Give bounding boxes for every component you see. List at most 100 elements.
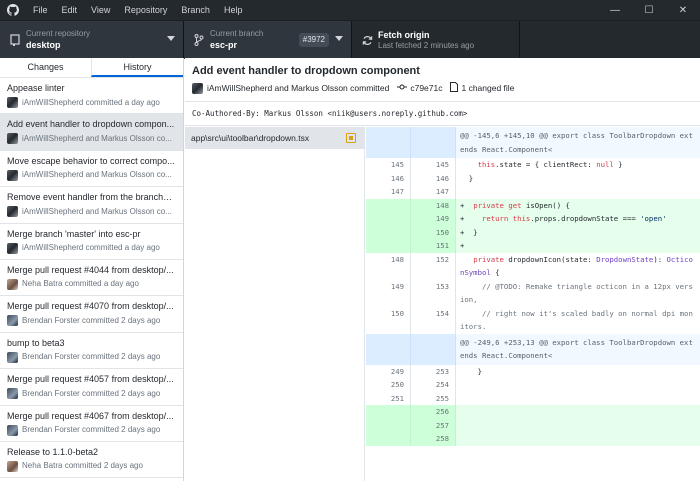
commit-meta: iAmWillShepherd committed a day ago — [22, 243, 160, 253]
commit-list-item[interactable]: Remove event handler from the branches..… — [0, 187, 183, 224]
diff-code — [456, 418, 700, 432]
changed-file-item[interactable]: app\src\ui\toolbar\dropdown.tsx — [185, 127, 364, 149]
avatar — [192, 82, 203, 94]
old-line-number — [366, 225, 411, 239]
new-line-number: 151 — [411, 239, 456, 253]
commit-header: Add event handler to dropdown component … — [185, 58, 700, 102]
menu-item-help[interactable]: Help — [217, 0, 250, 20]
changed-files-list: app\src\ui\toolbar\dropdown.tsx — [185, 127, 365, 481]
diff-hunk-header[interactable]: @@ -145,6 +145,10 @@ export class Toolba… — [366, 127, 700, 158]
commit-meta: Neha Batra committed 2 days ago — [22, 461, 143, 471]
commit-meta: iAmWillShepherd and Markus Olsson co... — [22, 206, 172, 216]
commit-list-item[interactable]: Merge branch 'master' into esc-pr iAmWill… — [0, 224, 183, 260]
commit-info: iAmWillShepherd and Markus Olsson commit… — [192, 82, 693, 94]
diff-line[interactable]: 258 — [366, 432, 700, 446]
menu-item-view[interactable]: View — [84, 0, 117, 20]
menu-item-edit[interactable]: Edit — [55, 0, 85, 20]
changed-files-count: 1 changed file — [461, 83, 515, 93]
repo-name: desktop — [26, 40, 61, 50]
old-line-number — [366, 212, 411, 226]
current-branch-button[interactable]: Current branch esc-pr #3972 — [184, 21, 352, 59]
diff-line[interactable]: 148 152 private dropdownIcon(state: Dropd… — [366, 252, 700, 280]
diff-line[interactable]: 145 145 this.state = { clientRect: null } — [366, 158, 700, 172]
commit-meta: Brendan Forster committed 2 days ago — [22, 425, 161, 435]
diff-code: @@ -145,6 +145,10 @@ export class Toolba… — [456, 127, 700, 158]
minimize-button[interactable]: — — [598, 0, 632, 20]
diff-code: + return this.props.dropdownState === 'o… — [456, 212, 700, 226]
commit-list-item[interactable]: Add event handler to dropdown compon... i… — [0, 114, 183, 151]
diff-line[interactable]: 151 + — [366, 239, 700, 253]
old-line-number: 249 — [366, 364, 411, 378]
commit-list-item[interactable]: Merge pull request #4067 from desktop/..… — [0, 406, 183, 442]
commit-detail: Add event handler to dropdown component … — [185, 58, 700, 481]
diff-line[interactable]: 257 — [366, 418, 700, 432]
avatar — [7, 351, 18, 363]
diff-line[interactable]: 146 146 } — [366, 171, 700, 185]
commit-summary: Remove event handler from the branches..… — [7, 192, 176, 203]
commit-summary: Merge pull request #4067 from desktop/..… — [7, 410, 174, 421]
commit-meta: Neha Batra committed a day ago — [22, 279, 139, 289]
new-line-number: 258 — [411, 432, 456, 446]
commit-list-item[interactable]: Merge pull request #4044 from desktop/..… — [0, 260, 183, 297]
diff-line[interactable]: 251 255 — [366, 391, 700, 405]
commit-list-item[interactable]: Appease linter iAmWillShepherd committed … — [0, 78, 183, 115]
avatar — [7, 388, 18, 400]
current-repository-button[interactable]: Current repository desktop — [0, 21, 184, 59]
avatar — [7, 206, 18, 218]
toolbar: Current repository desktop Current branc… — [0, 20, 700, 59]
new-line-number: 154 — [411, 306, 456, 334]
diff-code — [456, 185, 700, 199]
tab-changes[interactable]: Changes — [0, 58, 91, 77]
old-line-number — [366, 198, 411, 212]
avatar — [7, 169, 18, 181]
diff-hunk-header[interactable]: @@ -249,6 +253,13 @@ export class Toolba… — [366, 333, 700, 365]
commit-list-item[interactable]: Merge pull request #4070 from desktop/..… — [0, 296, 183, 333]
tab-history[interactable]: History — [91, 58, 183, 77]
commit-list-item[interactable]: bump to beta3 Brendan Forster committed 2… — [0, 333, 183, 370]
diff-line[interactable]: 150 154 // right now it's scaled badly on… — [366, 306, 700, 334]
old-line-number: 148 — [366, 252, 411, 280]
maximize-button[interactable]: ☐ — [632, 0, 666, 20]
file-path: app\src\ui\toolbar\dropdown.tsx — [191, 133, 310, 143]
diff-code: + } — [456, 225, 700, 239]
commit-meta: iAmWillShepherd and Markus Olsson co... — [22, 170, 172, 180]
menu-bar: File Edit View Repository Branch Help — [26, 0, 249, 20]
fetch-origin-button[interactable]: Fetch origin Last fetched 2 minutes ago — [352, 21, 520, 59]
chevron-down-icon — [335, 36, 343, 41]
commit-title: Add event handler to dropdown component — [192, 65, 420, 77]
fetch-label: Fetch origin — [378, 30, 430, 40]
avatar — [7, 278, 18, 290]
diff-line[interactable]: 149 153 // @TODO: Remake triangle octicon… — [366, 279, 700, 307]
diff-line[interactable]: 150 + } — [366, 225, 700, 239]
commit-list-item[interactable]: Release to 1.1.0-beta2 Neha Batra committ… — [0, 442, 183, 479]
old-line-number — [366, 405, 411, 419]
old-line-number: 147 — [366, 185, 411, 199]
commit-sha-icon — [397, 83, 408, 93]
diff-line[interactable]: 147 147 — [366, 185, 700, 199]
sidebar: Changes History Appease linter iAmWillShe… — [0, 58, 184, 481]
avatar — [7, 97, 18, 108]
diff-line[interactable]: 249 253 } — [366, 364, 700, 378]
repo-icon — [4, 34, 26, 46]
menu-item-branch[interactable]: Branch — [174, 0, 217, 20]
github-logo-icon — [0, 0, 26, 20]
window-controls: — ☐ ✕ — [598, 0, 700, 20]
new-line-number: 152 — [411, 252, 456, 280]
diff-line[interactable]: 250 254 — [366, 378, 700, 392]
diff-line[interactable]: 256 — [366, 405, 700, 419]
close-button[interactable]: ✕ — [666, 0, 700, 20]
diff-line[interactable]: 148 + private get isOpen() { — [366, 198, 700, 212]
old-line-number: 150 — [366, 306, 411, 334]
old-line-number: 145 — [366, 158, 411, 172]
pull-request-badge[interactable]: #3972 — [298, 33, 329, 47]
commit-description: Co-Authored-By: Markus Olsson <niik@user… — [185, 102, 700, 126]
commit-sha[interactable]: c79e71c — [410, 83, 442, 93]
new-line-number: 255 — [411, 391, 456, 405]
menu-item-file[interactable]: File — [26, 0, 55, 20]
commit-list-item[interactable]: Merge pull request #4057 from desktop/..… — [0, 369, 183, 406]
branch-label: Current branch — [210, 29, 264, 38]
commit-list-item[interactable]: Move escape behavior to correct compo...… — [0, 151, 183, 188]
diff-line[interactable]: 149 + return this.props.dropdownState ===… — [366, 212, 700, 226]
menu-item-repository[interactable]: Repository — [117, 0, 174, 20]
commit-summary: Move escape behavior to correct compo... — [7, 155, 175, 166]
